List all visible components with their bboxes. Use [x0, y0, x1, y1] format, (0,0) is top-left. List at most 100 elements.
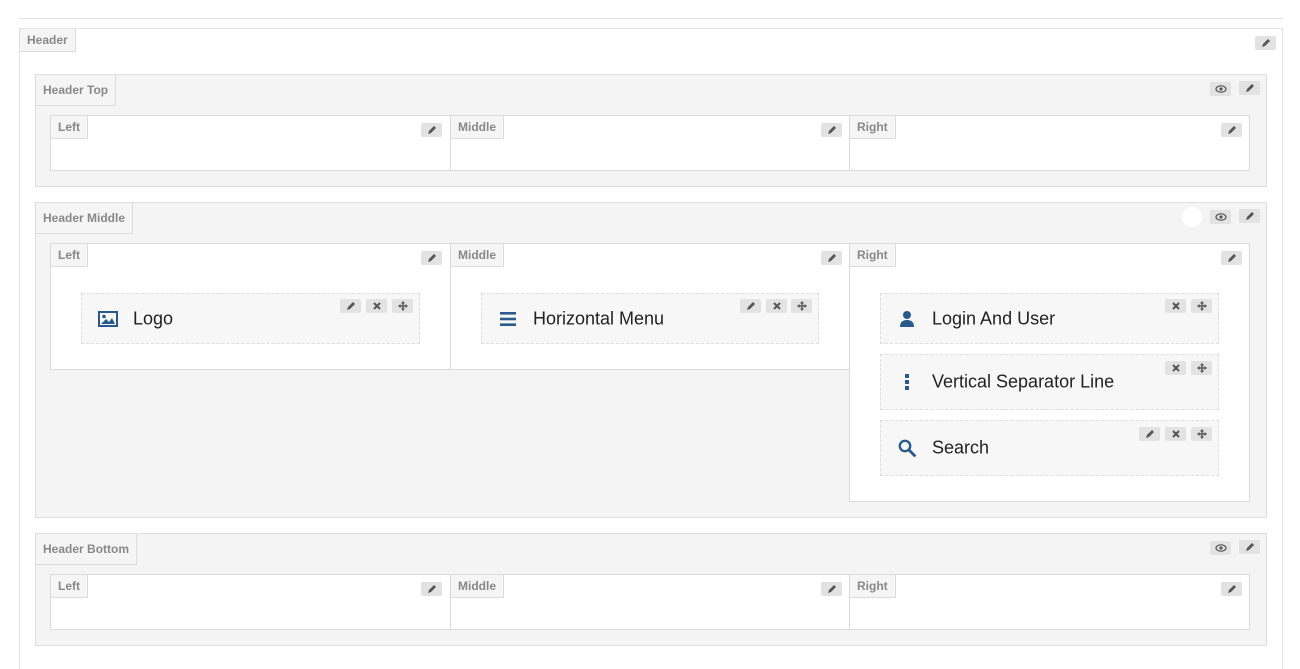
pencil-icon [827, 126, 836, 134]
user-icon [896, 308, 918, 330]
column-right: Right Login And User Vertical Separator … [849, 243, 1250, 502]
edit-section-button[interactable] [1239, 540, 1260, 554]
pencil-icon [746, 302, 755, 310]
pencil-icon [1145, 430, 1154, 438]
pencil-icon [1245, 212, 1254, 220]
widget-logo[interactable]: Logo [81, 293, 420, 344]
pencil-icon [1245, 84, 1254, 92]
close-icon [1171, 302, 1180, 310]
pencil-icon [1227, 126, 1236, 134]
column-title: Middle [451, 575, 504, 598]
column-middle: Middle [450, 574, 850, 630]
column-title: Right [850, 244, 896, 267]
move-icon [1196, 363, 1207, 373]
toggle-visibility-button[interactable] [1210, 541, 1231, 555]
widget-login-and-user[interactable]: Login And User [880, 293, 1219, 344]
widget-label: Search [932, 437, 990, 458]
edit-widget-button[interactable] [1139, 427, 1160, 441]
close-icon [1171, 364, 1180, 372]
pencil-icon [346, 302, 355, 310]
pencil-icon [427, 254, 436, 262]
widget-label: Logo [133, 308, 174, 328]
edit-column-button[interactable] [1221, 582, 1242, 596]
edit-column-button[interactable] [1221, 123, 1242, 137]
close-icon [1171, 430, 1180, 438]
header-title: Header [20, 29, 76, 52]
edit-column-button[interactable] [1221, 251, 1242, 265]
column-title: Right [850, 575, 896, 598]
pencil-icon [427, 585, 436, 593]
column-left: Left Logo [50, 243, 451, 370]
widget-vertical-separator-line[interactable]: Vertical Separator Line [880, 354, 1219, 410]
bars-icon [497, 308, 519, 330]
header-middle-section: Header Middle Left Logo Middle Horizonta… [35, 202, 1267, 518]
column-title: Right [850, 116, 896, 139]
eye-icon [1214, 544, 1227, 552]
column-middle: Middle Horizontal Menu [450, 243, 850, 370]
edit-column-button[interactable] [421, 251, 442, 265]
edit-column-button[interactable] [821, 582, 842, 596]
move-widget-button[interactable] [1191, 361, 1212, 375]
edit-column-button[interactable] [421, 123, 442, 137]
header-bottom-section: Header Bottom Left Middle Right [35, 533, 1267, 646]
toggle-visibility-button[interactable] [1210, 210, 1231, 224]
widget-horizontal-menu[interactable]: Horizontal Menu [481, 293, 819, 344]
remove-widget-button[interactable] [766, 299, 787, 313]
column-title: Middle [451, 116, 504, 139]
edit-section-button[interactable] [1239, 81, 1260, 95]
pencil-icon [1227, 585, 1236, 593]
header-middle-title: Header Middle [36, 203, 134, 234]
top-divider [18, 18, 1283, 19]
edit-column-button[interactable] [421, 582, 442, 596]
pencil-icon [1227, 254, 1236, 262]
status-dot [1182, 207, 1202, 227]
move-icon [397, 301, 408, 311]
move-icon [796, 301, 807, 311]
pencil-icon [1245, 543, 1254, 551]
edit-column-button[interactable] [821, 251, 842, 265]
eye-icon [1214, 213, 1227, 221]
remove-widget-button[interactable] [1165, 361, 1186, 375]
eye-icon [1214, 85, 1227, 93]
widget-label: Vertical Separator Line [932, 371, 1115, 392]
edit-column-button[interactable] [821, 123, 842, 137]
ellipsis-vertical-icon [896, 371, 918, 393]
close-icon [372, 302, 381, 310]
column-left: Left [50, 115, 451, 171]
widget-label: Horizontal Menu [533, 308, 665, 328]
move-icon [1196, 429, 1207, 439]
toggle-visibility-button[interactable] [1210, 82, 1231, 96]
column-title: Left [51, 575, 88, 598]
move-widget-button[interactable] [1191, 427, 1212, 441]
image-icon [97, 308, 119, 330]
remove-widget-button[interactable] [1165, 427, 1186, 441]
edit-widget-button[interactable] [740, 299, 761, 313]
widget-label: Login And User [932, 308, 1056, 328]
remove-widget-button[interactable] [1165, 299, 1186, 313]
column-title: Middle [451, 244, 504, 267]
column-title: Left [51, 116, 88, 139]
pencil-icon [827, 254, 836, 262]
header-top-section: Header Top Left Middle Right [35, 74, 1267, 187]
pencil-icon [827, 585, 836, 593]
column-middle: Middle [450, 115, 850, 171]
move-widget-button[interactable] [1191, 299, 1212, 313]
close-icon [772, 302, 781, 310]
edit-widget-button[interactable] [340, 299, 361, 313]
header-top-title: Header Top [36, 75, 117, 106]
column-title: Left [51, 244, 88, 267]
remove-widget-button[interactable] [366, 299, 387, 313]
edit-section-button[interactable] [1239, 209, 1260, 223]
search-icon [896, 437, 918, 459]
move-widget-button[interactable] [392, 299, 413, 313]
pencil-icon [1261, 39, 1270, 47]
move-widget-button[interactable] [791, 299, 812, 313]
pencil-icon [427, 126, 436, 134]
column-right: Right [849, 574, 1250, 630]
header-bottom-title: Header Bottom [36, 534, 138, 565]
widget-search[interactable]: Search [880, 420, 1219, 476]
column-right: Right [849, 115, 1250, 171]
move-icon [1196, 301, 1207, 311]
edit-header-button[interactable] [1255, 36, 1276, 50]
column-left: Left [50, 574, 451, 630]
